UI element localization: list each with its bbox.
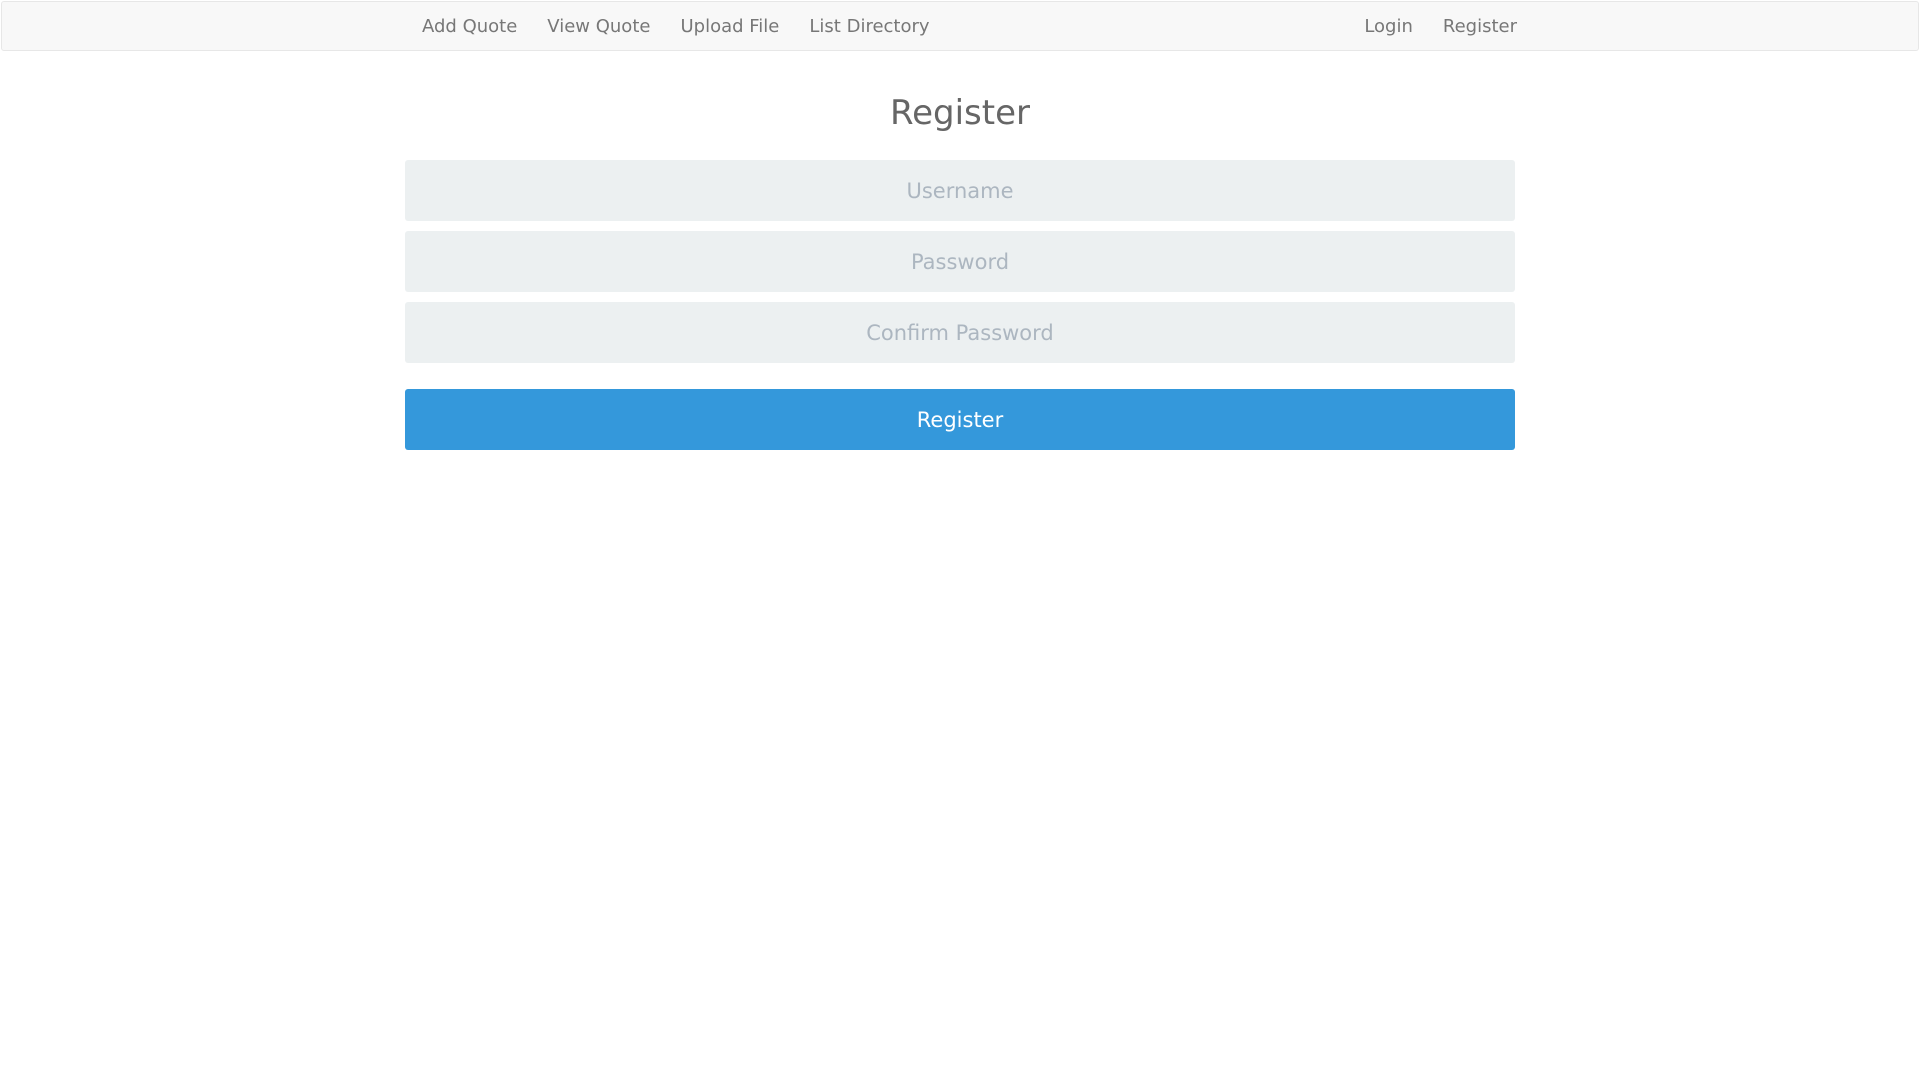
navbar-left-links: Add Quote View Quote Upload File List Di… xyxy=(407,2,945,52)
nav-register-link[interactable]: Register xyxy=(1428,2,1517,52)
navbar-right-links: Login Register xyxy=(1349,2,1517,52)
nav-add-quote-link[interactable]: Add Quote xyxy=(407,2,532,52)
username-input[interactable] xyxy=(405,160,1515,221)
password-input[interactable] xyxy=(405,231,1515,292)
register-submit-button[interactable]: Register xyxy=(405,389,1515,450)
page-title: Register xyxy=(890,93,1030,133)
confirm-password-input[interactable] xyxy=(405,302,1515,363)
nav-list-directory-link[interactable]: List Directory xyxy=(794,2,944,52)
navbar-container: Add Quote View Quote Upload File List Di… xyxy=(407,2,1517,52)
nav-login-link[interactable]: Login xyxy=(1349,2,1428,52)
nav-upload-file-link[interactable]: Upload File xyxy=(665,2,794,52)
register-form: Register xyxy=(405,160,1515,450)
nav-view-quote-link[interactable]: View Quote xyxy=(532,2,665,52)
register-page: Register Register xyxy=(405,52,1515,450)
top-navbar: Add Quote View Quote Upload File List Di… xyxy=(1,1,1919,51)
